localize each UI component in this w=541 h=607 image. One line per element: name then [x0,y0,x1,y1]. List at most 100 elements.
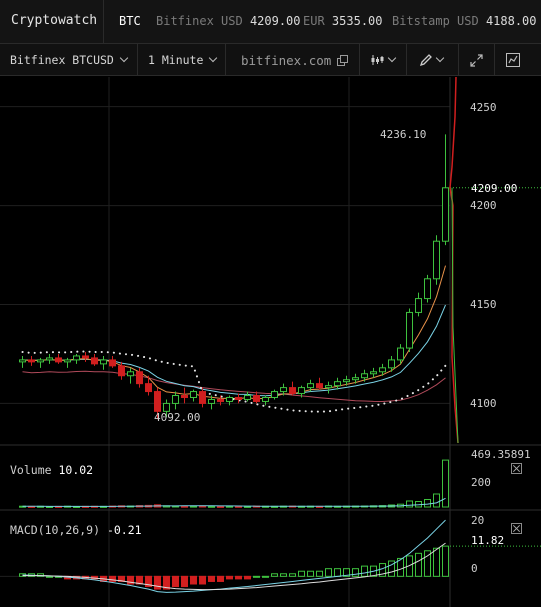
candle-body [415,298,422,313]
macd-histogram-bar [325,568,332,577]
macd-tick: 0 [471,562,478,575]
ema-fast-line [22,265,446,400]
volume-bar [433,493,440,508]
macd-histogram-bar [172,575,179,588]
order-depth-line [449,77,459,444]
exchange-link[interactable]: bitfinex.com [226,44,360,76]
candle-body [352,377,359,381]
candle-body [118,365,125,377]
candle-body [217,398,224,402]
indicators-button[interactable] [495,44,541,76]
candle-body [181,395,188,398]
macd-histogram-bar [442,545,449,577]
macd-histogram-bar [307,570,314,577]
macd-histogram-bar [226,575,233,580]
external-link-icon [337,54,349,66]
candle-body [262,396,269,402]
macd-value: -0.21 [106,523,142,537]
volume-title: Volume [10,463,52,477]
macd-histogram-bar [244,575,251,580]
close-macd-icon[interactable] [511,523,522,534]
candle-body [370,371,377,375]
exchange-domain: bitfinex.com [241,52,332,68]
candle-body [280,387,287,393]
chart-type-selector[interactable] [360,44,407,76]
candle-body [199,391,206,404]
candle-body [388,359,395,369]
macd-histogram-bar [190,575,197,585]
moving-averages [21,265,447,413]
candle-body [325,385,332,389]
candle-body [145,383,152,393]
volume-tick: 200 [471,476,491,489]
macd-histogram-bar [298,570,305,577]
ticker-bitstamp-usd[interactable]: Bitstamp USD 4188.00 [392,14,537,28]
candle-body [379,367,386,373]
base-currency[interactable]: BTC [119,14,141,28]
high-annotation: 4236.10 [380,128,427,141]
macd-histogram-bar [253,575,260,578]
candle-body [208,398,215,404]
macd-histogram-bar [262,575,269,578]
candle-body [406,311,413,349]
price-tick: 4150 [470,298,497,311]
candle-body [109,359,116,367]
candle-body [226,396,233,402]
macd-histogram-bar [46,575,53,578]
ask-depth-line [449,77,459,444]
macd-pane-label: MACD(10,26,9) -0.21 [10,523,142,537]
macd-histogram-bar [199,575,206,585]
candle-body [271,391,278,398]
candle-body [55,357,62,363]
macd-current-label: 11.82 [471,534,505,547]
ticker-price: 3535.00 [331,14,383,28]
macd-histogram-bar [280,573,287,577]
expand-icon [470,53,483,67]
macd-histogram-bar [154,575,161,590]
interval-selector[interactable]: 1 Minute [138,44,226,76]
macd-histogram-bar [271,573,278,577]
candle-body [37,359,44,363]
price-tick: 4100 [470,397,497,410]
candle-body [244,395,251,400]
ticker-price: 4188.00 [485,14,537,28]
ticker-price: 4209.00 [249,14,301,28]
candle-body [424,278,431,300]
macd-histogram-bar [415,552,422,577]
volume-bar [208,505,215,508]
macd-histogram-bar [109,575,116,582]
macd-histogram-bar [316,570,323,577]
price-tick: 4250 [470,101,497,114]
candle-body [64,359,71,363]
brand-logo[interactable]: Cryptowatch [11,13,97,28]
candle-body [253,395,260,402]
candle-body [298,387,305,395]
candle-body [307,383,314,389]
candle-body [361,373,368,379]
ma-long-line [22,370,446,403]
chevron-down-icon [119,53,129,63]
candle-body [334,381,341,387]
market-selector[interactable]: Bitfinex BTCUSD [0,44,138,76]
volume-bar [406,500,413,508]
candle-body [100,359,107,365]
volume-bar [442,459,449,508]
candle-body [343,379,350,383]
macd-histogram-bar [235,575,242,580]
macd-histogram-bar [181,575,188,588]
divider [103,0,104,44]
macd-histogram-bar [433,547,440,577]
ticker-eur[interactable]: EUR 3535.00 [303,14,383,28]
candle-body [397,347,404,361]
ticker-bitfinex-usd[interactable]: Bitfinex USD 4209.00 [156,14,301,28]
pencil-icon [420,54,432,66]
volume-bar [424,499,431,508]
drawing-tools-selector[interactable] [407,44,459,76]
close-volume-icon[interactable] [511,463,522,474]
ticker-exchange: Bitstamp USD [392,14,479,28]
macd-tick: 20 [471,514,485,527]
candle-body [46,357,53,361]
candle-body [154,391,161,412]
fullscreen-button[interactable] [459,44,495,76]
macd-histogram-bar [289,573,296,577]
